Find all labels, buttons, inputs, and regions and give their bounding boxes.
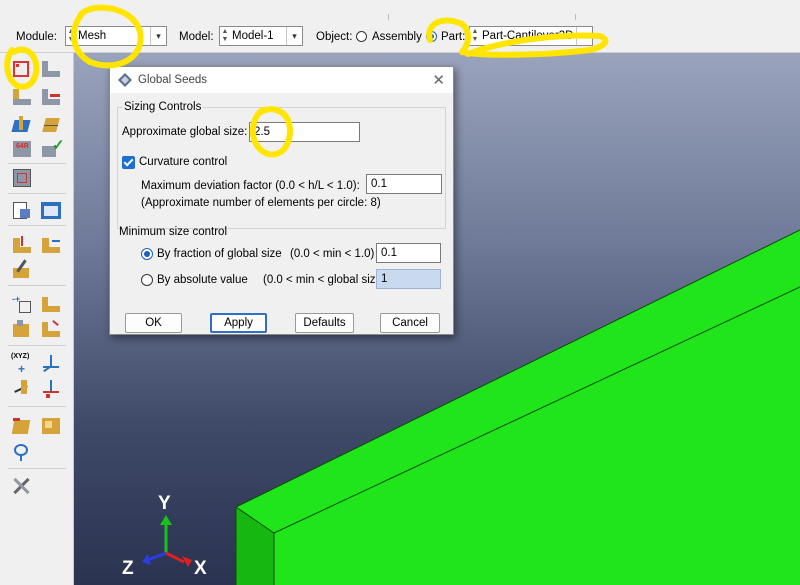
curvature-checkbox[interactable] (122, 156, 135, 169)
abaqus-icon (118, 73, 132, 87)
by-fraction-label[interactable]: By fraction of global size (157, 248, 282, 260)
spin-icon: ▲ ▼ (221, 28, 229, 43)
approx-size-input[interactable]: 2.5 (249, 122, 360, 142)
query-info-icon[interactable] (11, 199, 33, 221)
mesh-toolbox: 64R ✓ -+ (XYZ) + (0, 53, 74, 585)
by-absolute-range: (0.0 < min < global size) (263, 274, 386, 286)
section-icon[interactable] (40, 415, 62, 437)
by-absolute-label[interactable]: By absolute value (157, 274, 248, 286)
seed-part-icon[interactable] (11, 58, 33, 80)
delete-mesh-icon[interactable]: ✓ (40, 137, 65, 160)
module-value: Mesh (78, 30, 107, 42)
create-datum-axis-icon[interactable] (40, 318, 62, 340)
ok-button[interactable]: OK (125, 313, 182, 333)
partition-face-icon[interactable] (40, 234, 62, 256)
create-datum-point-icon[interactable] (11, 318, 33, 340)
approx-size-label: Approximate global size: (122, 126, 248, 138)
spin-icon: ▲ ▼ (471, 28, 479, 43)
global-seeds-dialog: Global Seeds ✕ Sizing Controls Approxima… (109, 66, 454, 335)
assembly-label[interactable]: Assembly (372, 31, 422, 43)
dialog-titlebar[interactable]: Global Seeds ✕ (110, 67, 453, 93)
by-absolute-radio[interactable] (141, 274, 153, 286)
top-toolbar-strip (0, 0, 800, 22)
offset-mesh-icon[interactable] (40, 378, 62, 400)
mesh-part-icon[interactable] (40, 114, 62, 136)
part-value: Part-Cantilever3D (482, 30, 574, 42)
create-partition-icon[interactable] (11, 234, 33, 256)
close-icon[interactable]: ✕ (432, 71, 445, 89)
dependent-part-icon[interactable] (11, 415, 33, 437)
assign-mesh-controls-icon[interactable] (11, 86, 33, 108)
datum-point-on-line-icon[interactable] (11, 378, 33, 400)
toolbox-divider (8, 225, 66, 226)
tools-icon[interactable] (11, 441, 33, 463)
cancel-button[interactable]: Cancel (380, 313, 440, 333)
x-axis-label: X (194, 558, 207, 579)
seed-edges-icon[interactable] (40, 58, 62, 80)
chevron-down-icon[interactable]: ▾ (576, 27, 592, 45)
model-value: Model-1 (232, 30, 274, 42)
spin-icon: ▲ ▼ (67, 28, 75, 43)
chevron-down-icon[interactable]: ▾ (150, 27, 166, 45)
z-axis-label: Z (122, 558, 134, 579)
datum-icon[interactable] (40, 293, 62, 315)
sizing-controls-label: Sizing Controls (122, 101, 204, 113)
defaults-button[interactable]: Defaults (295, 313, 354, 333)
verify-mesh-icon[interactable]: 64R (11, 138, 33, 160)
part-label[interactable]: Part: (441, 31, 465, 43)
min-size-label: Minimum size control (119, 226, 227, 238)
dialog-title: Global Seeds (138, 74, 208, 86)
max-dev-label: Maximum deviation factor (0.0 < h/L < 1.… (141, 180, 360, 192)
curvature-label[interactable]: Curvature control (139, 156, 227, 168)
datum-plane-icon[interactable] (40, 353, 62, 375)
part-combo[interactable]: ▲ ▼ Part-Cantilever3D ▾ (469, 26, 593, 46)
virtual-topology-icon[interactable] (11, 258, 33, 280)
part-radio[interactable] (426, 31, 437, 42)
by-fraction-input[interactable]: 0.1 (376, 243, 441, 263)
module-label: Module: (16, 31, 57, 43)
by-fraction-radio[interactable] (141, 248, 153, 260)
model-label: Model: (179, 31, 214, 43)
toolbox-divider (8, 163, 66, 164)
toolbox-divider (8, 468, 66, 469)
toolbox-divider (8, 193, 66, 194)
object-label: Object: (316, 31, 353, 43)
approx-elements-note: (Approximate number of elements per circ… (141, 197, 381, 209)
assembly-radio[interactable] (356, 31, 367, 42)
edit-mesh-icon[interactable]: -+ (11, 293, 33, 315)
assign-element-type-icon[interactable] (11, 114, 33, 136)
toolbox-divider (8, 345, 66, 346)
module-combo[interactable]: ▲ ▼ Mesh ▾ (65, 26, 167, 46)
context-bar: Module: ▲ ▼ Mesh ▾ Model: ▲ ▼ Model-1 ▾ Ob… (0, 22, 800, 53)
by-fraction-range: (0.0 < min < 1.0) (290, 248, 375, 260)
datum-csys-icon[interactable]: (XYZ) + (11, 353, 33, 376)
model-combo[interactable]: ▲ ▼ Model-1 ▾ (219, 26, 303, 46)
max-dev-input[interactable]: 0.1 (366, 174, 442, 194)
seed-edge-biased-icon[interactable] (40, 86, 62, 108)
dialog-body: Sizing Controls Approximate global size:… (110, 93, 453, 334)
toolbox-divider (8, 285, 66, 286)
by-absolute-input[interactable]: 1 (376, 269, 441, 289)
mesh-stats-icon[interactable] (40, 199, 62, 221)
toolbox-divider (8, 406, 66, 407)
apply-button[interactable]: Apply (210, 313, 267, 333)
wrench-screwdriver-icon[interactable] (11, 475, 33, 497)
chevron-down-icon[interactable]: ▾ (286, 27, 302, 45)
y-axis-label: Y (158, 493, 171, 514)
mesh-region-icon[interactable] (11, 166, 33, 188)
